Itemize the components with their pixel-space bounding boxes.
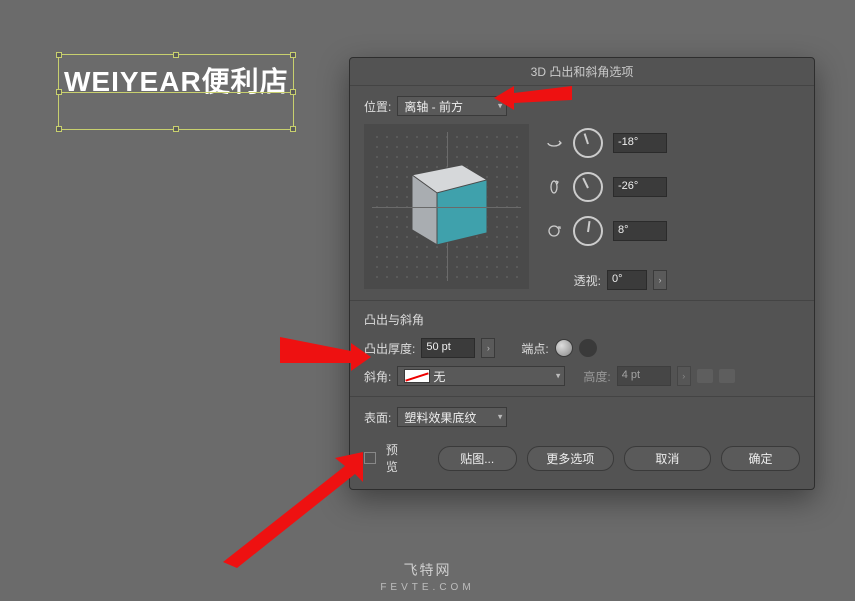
position-label: 位置: [364,98,391,115]
bevel-height-label: 高度: [583,368,610,385]
angle-x-dial[interactable] [573,128,603,158]
rotate-y-icon [545,178,563,196]
resize-handle[interactable] [173,126,179,132]
cancel-button[interactable]: 取消 [624,446,711,471]
rotate-x-icon [545,134,563,152]
position-select[interactable]: 离轴 - 前方 ▾ [397,96,507,116]
angle-z-dial[interactable] [573,216,603,246]
watermark: 飞特网 FEVTE.COM [380,560,474,593]
extrude-depth-field[interactable]: 50 pt [421,338,475,358]
divider [350,396,814,397]
more-options-button[interactable]: 更多选项 [527,446,614,471]
watermark-line1: 飞特网 [380,560,474,580]
chevron-down-icon: ▾ [498,412,503,423]
divider [350,300,814,301]
watermark-line2: FEVTE.COM [380,582,474,593]
extrude-depth-label: 凸出厚度: [364,340,415,357]
annotation-arrow [215,450,365,570]
resize-handle[interactable] [56,126,62,132]
bevel-out-icon [719,369,735,383]
map-art-button[interactable]: 贴图... [438,446,517,471]
surface-label: 表面: [364,409,391,426]
rotate-z-icon [545,222,563,240]
angle-z-field[interactable]: 8° [613,221,667,241]
angle-y-dial[interactable] [573,172,603,202]
extrude-bevel-section-title: 凸出与斜角 [364,311,800,328]
none-swatch-icon [404,369,430,383]
ok-button[interactable]: 确定 [721,446,800,471]
cap-off-button[interactable] [579,339,597,357]
bevel-select[interactable]: 无 ▾ [397,366,565,386]
preview-checkbox[interactable] [364,452,376,464]
bevel-in-icon [697,369,713,383]
perspective-field[interactable]: 0° [607,270,647,290]
position-select-value: 离轴 - 前方 [404,98,463,115]
resize-handle[interactable] [56,89,62,95]
bevel-select-value: 无 [433,368,445,385]
resize-handle[interactable] [173,52,179,58]
extrude-depth-stepper[interactable]: › [481,338,495,358]
chevron-down-icon: ▾ [498,101,503,112]
chevron-down-icon: ▾ [556,371,561,382]
resize-handle[interactable] [290,89,296,95]
angle-x-field[interactable]: -18° [613,133,667,153]
bevel-height-stepper: › [677,366,691,386]
surface-select-value: 塑料效果底纹 [404,409,476,426]
cube-icon [392,144,502,254]
preview-checkbox-label: 预览 [386,441,410,475]
cap-label: 端点: [521,340,548,357]
bevel-height-field: 4 pt [617,366,671,386]
resize-handle[interactable] [56,52,62,58]
angle-y-field[interactable]: -26° [613,177,667,197]
selection-bounding-box[interactable] [58,54,294,130]
cap-on-button[interactable] [555,339,573,357]
extrude-bevel-dialog: 3D 凸出和斜角选项 位置: 离轴 - 前方 ▾ [349,57,815,490]
resize-handle[interactable] [290,52,296,58]
bevel-label: 斜角: [364,368,391,385]
rotation-preview-cube[interactable] [364,124,529,289]
dialog-title: 3D 凸出和斜角选项 [350,58,814,86]
perspective-label: 透视: [574,272,601,289]
resize-handle[interactable] [290,126,296,132]
perspective-stepper[interactable]: › [653,270,667,290]
surface-select[interactable]: 塑料效果底纹 ▾ [397,407,507,427]
